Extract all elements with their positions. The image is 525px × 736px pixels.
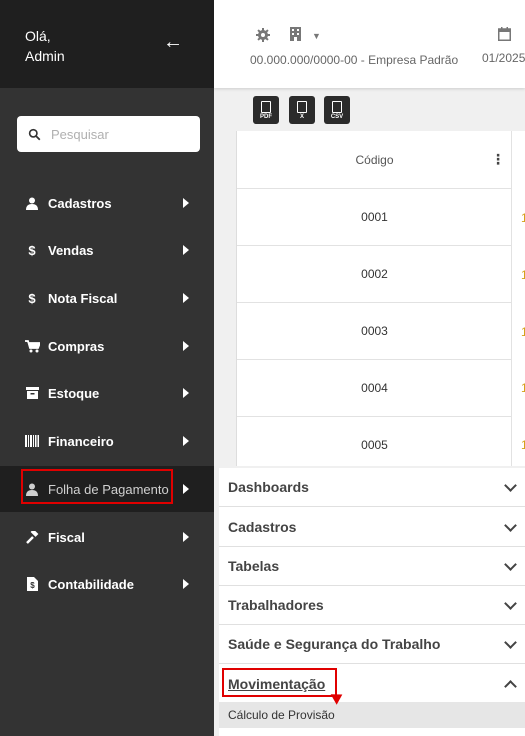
user-icon [24, 195, 40, 211]
submenu-label: Cadastros [228, 519, 297, 535]
sidebar-item-label: Cadastros [48, 195, 112, 211]
submenu-item-cadastros[interactable]: Cadastros [219, 508, 525, 547]
caret-right-icon [183, 579, 189, 589]
greeting-line1: Olá, [25, 28, 51, 44]
dollar-icon: $ [28, 290, 36, 306]
search-box[interactable] [17, 116, 200, 152]
sidebar-item-label: Contabilidade [48, 576, 134, 592]
submenu-label: Saúde e Segurança do Trabalho [228, 636, 441, 652]
arrow-left-icon[interactable]: ← [163, 32, 183, 52]
next-column-cell: 1 [521, 211, 525, 225]
sidebar-item-label: Fiscal [48, 529, 85, 545]
submenu-label: Trabalhadores [228, 597, 324, 613]
caret-right-icon [183, 532, 189, 542]
sidebar-item-contabilidade[interactable]: $ Contabilidade [0, 564, 214, 604]
caret-right-icon [183, 198, 189, 208]
column-header-label: Código [355, 152, 394, 167]
chevron-down-icon [504, 636, 517, 649]
chevron-down-icon [504, 479, 517, 492]
submenu-item-saude-seguranca[interactable]: Saúde e Segurança do Trabalho [219, 625, 525, 664]
caret-right-icon [183, 388, 189, 398]
search-input[interactable] [51, 126, 191, 142]
caret-right-icon [183, 245, 189, 255]
greeting-user: Admin [25, 48, 65, 64]
sidebar-item-label: Financeiro [48, 433, 114, 449]
submenu-subitem-label: Cálculo de Provisão [228, 708, 335, 722]
submenu-label: Tabelas [228, 558, 280, 574]
box-icon [24, 385, 40, 401]
file-icon [297, 100, 307, 113]
next-column-cell: 1 [521, 268, 525, 282]
chevron-down-icon [504, 597, 517, 610]
column-header-codigo[interactable]: Código [237, 131, 512, 189]
sidebar-item-label: Estoque [48, 385, 100, 401]
table-row[interactable]: 0003 [237, 303, 512, 360]
period-selector[interactable]: 01/2025 [482, 51, 525, 65]
submenu-item-trabalhadores[interactable]: Trabalhadores [219, 586, 525, 625]
gear-icon[interactable] [256, 28, 270, 42]
sidebar-item-estoque[interactable]: Estoque [0, 373, 214, 413]
submenu-item-tabelas[interactable]: Tabelas [219, 547, 525, 586]
building-icon[interactable] [290, 27, 301, 41]
cell-codigo: 0004 [361, 381, 388, 395]
cell-codigo: 0001 [361, 210, 388, 224]
company-selector[interactable]: 00.000.000/0000-00 - Empresa Padrão [250, 53, 458, 67]
cell-codigo: 0005 [361, 438, 388, 452]
caret-right-icon [183, 341, 189, 351]
export-label: CSV [330, 113, 344, 120]
caret-right-icon [183, 484, 189, 494]
svg-text:$: $ [30, 581, 35, 590]
search-icon [28, 128, 41, 140]
sidebar-item-label: Nota Fiscal [48, 290, 118, 306]
chevron-up-icon [504, 680, 517, 693]
next-column-cell: 1 [521, 381, 525, 395]
top-bar: ▼ 00.000.000/0000-00 - Empresa Padrão 01… [214, 0, 525, 88]
table-row[interactable]: 0002 [237, 246, 512, 303]
dollar-icon: $ [28, 242, 36, 258]
chevron-down-icon[interactable]: ▼ [312, 31, 321, 41]
file-icon [332, 100, 342, 113]
greeting: Olá, Admin [25, 26, 65, 66]
export-csv-button[interactable]: CSV [324, 96, 350, 124]
export-pdf-button[interactable]: PDF [253, 96, 279, 124]
data-table: Código ⋮ 0001 0002 0003 0004 0005 1 1 1 … [236, 131, 525, 474]
calendar-icon[interactable] [498, 27, 511, 41]
next-column-cell: 1 [521, 438, 525, 452]
highlight-box [21, 469, 173, 504]
table-row[interactable]: 0005 [237, 417, 512, 474]
caret-right-icon [183, 293, 189, 303]
submenu-label: Dashboards [228, 479, 309, 495]
caret-right-icon [183, 436, 189, 446]
chevron-down-icon [504, 519, 517, 532]
export-excel-button[interactable]: X [289, 96, 315, 124]
cart-icon [24, 338, 40, 354]
sidebar-item-fiscal[interactable]: Fiscal [0, 517, 214, 557]
gavel-icon [24, 529, 40, 545]
cell-codigo: 0003 [361, 324, 388, 338]
file-dollar-icon: $ [24, 576, 40, 592]
sidebar: Olá, Admin ← Cadastros $ Vendas $ Nota F… [0, 0, 214, 736]
sidebar-item-label: Vendas [48, 242, 94, 258]
file-icon [261, 100, 271, 113]
sidebar-item-financeiro[interactable]: Financeiro [0, 421, 214, 461]
table-row[interactable]: 0004 [237, 360, 512, 417]
sidebar-item-vendas[interactable]: $ Vendas [0, 230, 214, 270]
export-label: PDF [260, 113, 272, 120]
submenu-item-dashboards[interactable]: Dashboards [219, 468, 525, 507]
cell-codigo: 0002 [361, 267, 388, 281]
export-label: X [299, 113, 304, 120]
sidebar-item-nota-fiscal[interactable]: $ Nota Fiscal [0, 278, 214, 318]
barcode-icon [24, 433, 40, 449]
table-row[interactable]: 0001 [237, 189, 512, 246]
sidebar-item-cadastros[interactable]: Cadastros [0, 183, 214, 223]
next-column-cell: 1 [521, 325, 525, 339]
kebab-menu-icon[interactable]: ⋮ [491, 152, 505, 166]
highlight-box [222, 668, 337, 697]
sidebar-header: Olá, Admin ← [0, 0, 214, 88]
submenu-subitem-calculo-provisao[interactable]: Cálculo de Provisão [219, 702, 525, 728]
sidebar-item-compras[interactable]: Compras [0, 326, 214, 366]
chevron-down-icon [504, 558, 517, 571]
sidebar-item-label: Compras [48, 338, 105, 354]
